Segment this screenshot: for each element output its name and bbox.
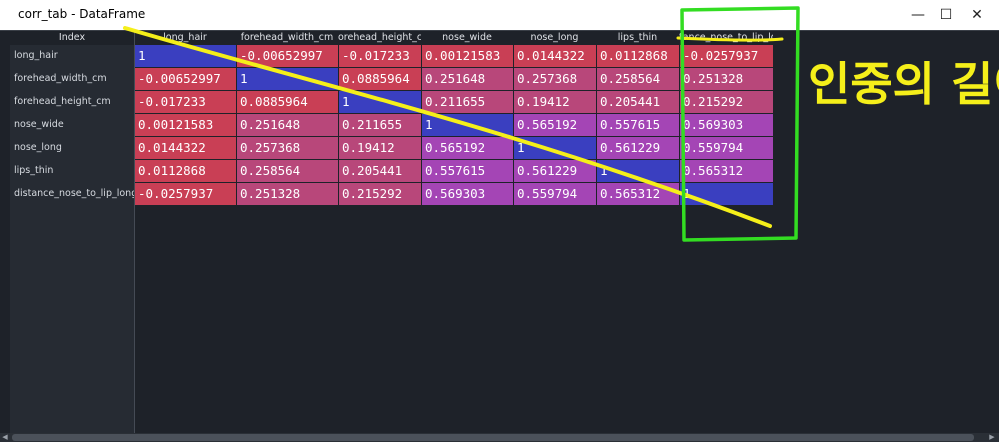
yellow-diagonal-stroke: [123, 26, 772, 228]
green-column-box: [680, 6, 800, 242]
handwritten-korean-note: 인중의 길이: [808, 57, 999, 111]
yellow-header-underline: [676, 36, 784, 42]
handwritten-annotation: 인중의 길이: [123, 6, 999, 242]
